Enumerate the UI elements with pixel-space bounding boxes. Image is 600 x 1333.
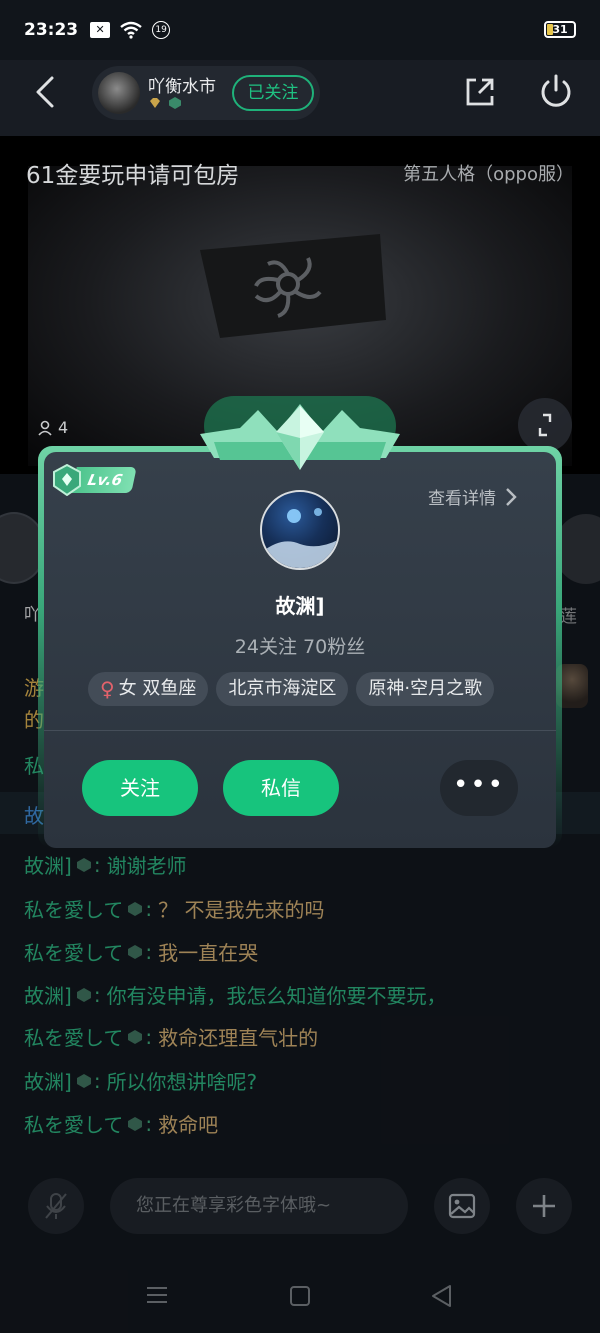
- game-logo-image: [200, 234, 386, 338]
- more-options-button[interactable]: •••: [440, 760, 518, 816]
- wifi-icon: [120, 21, 142, 39]
- back-arrow-icon[interactable]: [28, 74, 64, 110]
- followed-button[interactable]: 已关注: [232, 75, 314, 111]
- battery-icon: 31: [544, 21, 576, 38]
- level-badge: Lv.6: [52, 464, 138, 496]
- card-divider: [44, 730, 556, 731]
- game-tag: 原神·空月之歌: [356, 672, 495, 706]
- gender-tag: ♀ 女 双鱼座: [88, 672, 209, 706]
- status-bar: 23:23 ✕ 19 31: [0, 0, 600, 60]
- profile-tags: ♀ 女 双鱼座 北京市海淀区 原神·空月之歌: [88, 672, 495, 706]
- room-header: 吖衡水市 已关注: [0, 60, 600, 136]
- status-time: 23:23: [24, 20, 79, 40]
- gem-badge-icon: [169, 97, 181, 109]
- female-icon: ♀: [100, 677, 115, 701]
- location-tag: 北京市海淀区: [216, 672, 349, 706]
- follow-button[interactable]: 关注: [82, 760, 198, 816]
- view-details-link[interactable]: 查看详情: [428, 484, 518, 509]
- avatar-image: [262, 508, 338, 568]
- host-info[interactable]: 吖衡水市 已关注: [92, 66, 320, 120]
- share-icon[interactable]: [462, 74, 498, 110]
- fullscreen-button[interactable]: [518, 398, 572, 452]
- level-shield-icon: [53, 464, 81, 496]
- profile-stats: 24关注 70粉丝: [234, 636, 366, 658]
- profile-avatar[interactable]: [260, 490, 340, 570]
- notification-count-badge: 19: [152, 21, 171, 39]
- crown-gem-icon: [200, 404, 400, 470]
- diamond-badge-icon: [150, 98, 160, 108]
- chevron-right-icon: [506, 487, 517, 506]
- host-name: 吖衡水市: [148, 77, 216, 97]
- host-avatar[interactable]: [98, 72, 140, 114]
- room-game: 第五人格（oppo服）: [403, 164, 574, 185]
- notification-icon: ✕: [90, 22, 111, 38]
- room-title: 61金要玩申请可包房: [26, 163, 240, 189]
- viewer-count: 4: [38, 418, 68, 437]
- expand-icon: [538, 413, 552, 437]
- message-button[interactable]: 私信: [223, 760, 339, 816]
- power-icon[interactable]: [536, 72, 576, 112]
- profile-name: 故渊]: [275, 594, 325, 618]
- person-icon: [38, 420, 52, 436]
